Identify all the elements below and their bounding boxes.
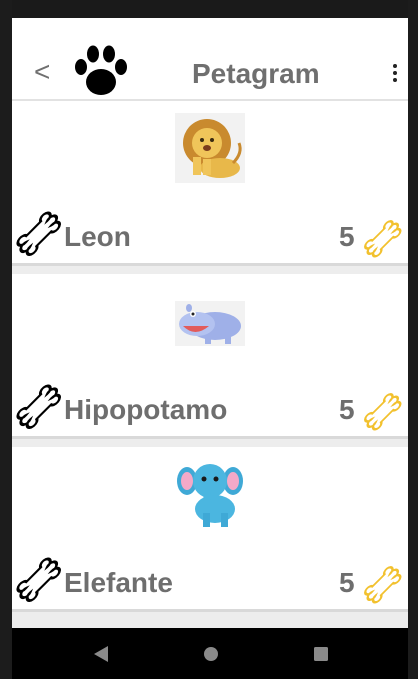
bone-outline-icon[interactable] bbox=[14, 382, 64, 432]
system-nav-bar bbox=[12, 628, 408, 679]
recents-nav-icon[interactable] bbox=[312, 644, 330, 664]
like-count: 5 bbox=[339, 394, 355, 425]
paw-print-icon bbox=[75, 45, 127, 95]
bone-outline-icon[interactable] bbox=[14, 555, 64, 605]
pet-card: Elefante 5 bbox=[12, 447, 408, 612]
device-frame: < Petagram Leon 5 Hipopotamo 5 Elefante … bbox=[0, 0, 418, 679]
pet-card: Hipopotamo 5 bbox=[12, 274, 408, 439]
bone-outline-icon[interactable] bbox=[14, 209, 64, 259]
back-button[interactable]: < bbox=[34, 58, 50, 86]
bone-yellow-icon bbox=[364, 220, 402, 258]
elephant-image bbox=[177, 464, 243, 527]
pet-name: Elefante bbox=[64, 567, 173, 598]
bone-yellow-icon bbox=[364, 566, 402, 604]
bone-yellow-icon bbox=[364, 393, 402, 431]
lion-image bbox=[175, 113, 245, 183]
status-bar bbox=[12, 0, 408, 18]
app-screen: < Petagram Leon 5 Hipopotamo 5 Elefante … bbox=[12, 18, 408, 628]
home-nav-icon[interactable] bbox=[202, 644, 220, 664]
overflow-menu-icon[interactable] bbox=[390, 64, 400, 88]
hippo-image bbox=[175, 301, 245, 346]
app-bar: < Petagram bbox=[12, 18, 408, 101]
pet-name: Leon bbox=[64, 221, 131, 252]
app-title: Petagram bbox=[192, 58, 320, 89]
pet-card: Leon 5 bbox=[12, 101, 408, 266]
pet-list: Leon 5 Hipopotamo 5 Elefante 5 bbox=[12, 101, 408, 620]
like-count: 5 bbox=[339, 567, 355, 598]
pet-name: Hipopotamo bbox=[64, 394, 228, 425]
back-nav-icon[interactable] bbox=[92, 644, 110, 664]
like-count: 5 bbox=[339, 221, 355, 252]
